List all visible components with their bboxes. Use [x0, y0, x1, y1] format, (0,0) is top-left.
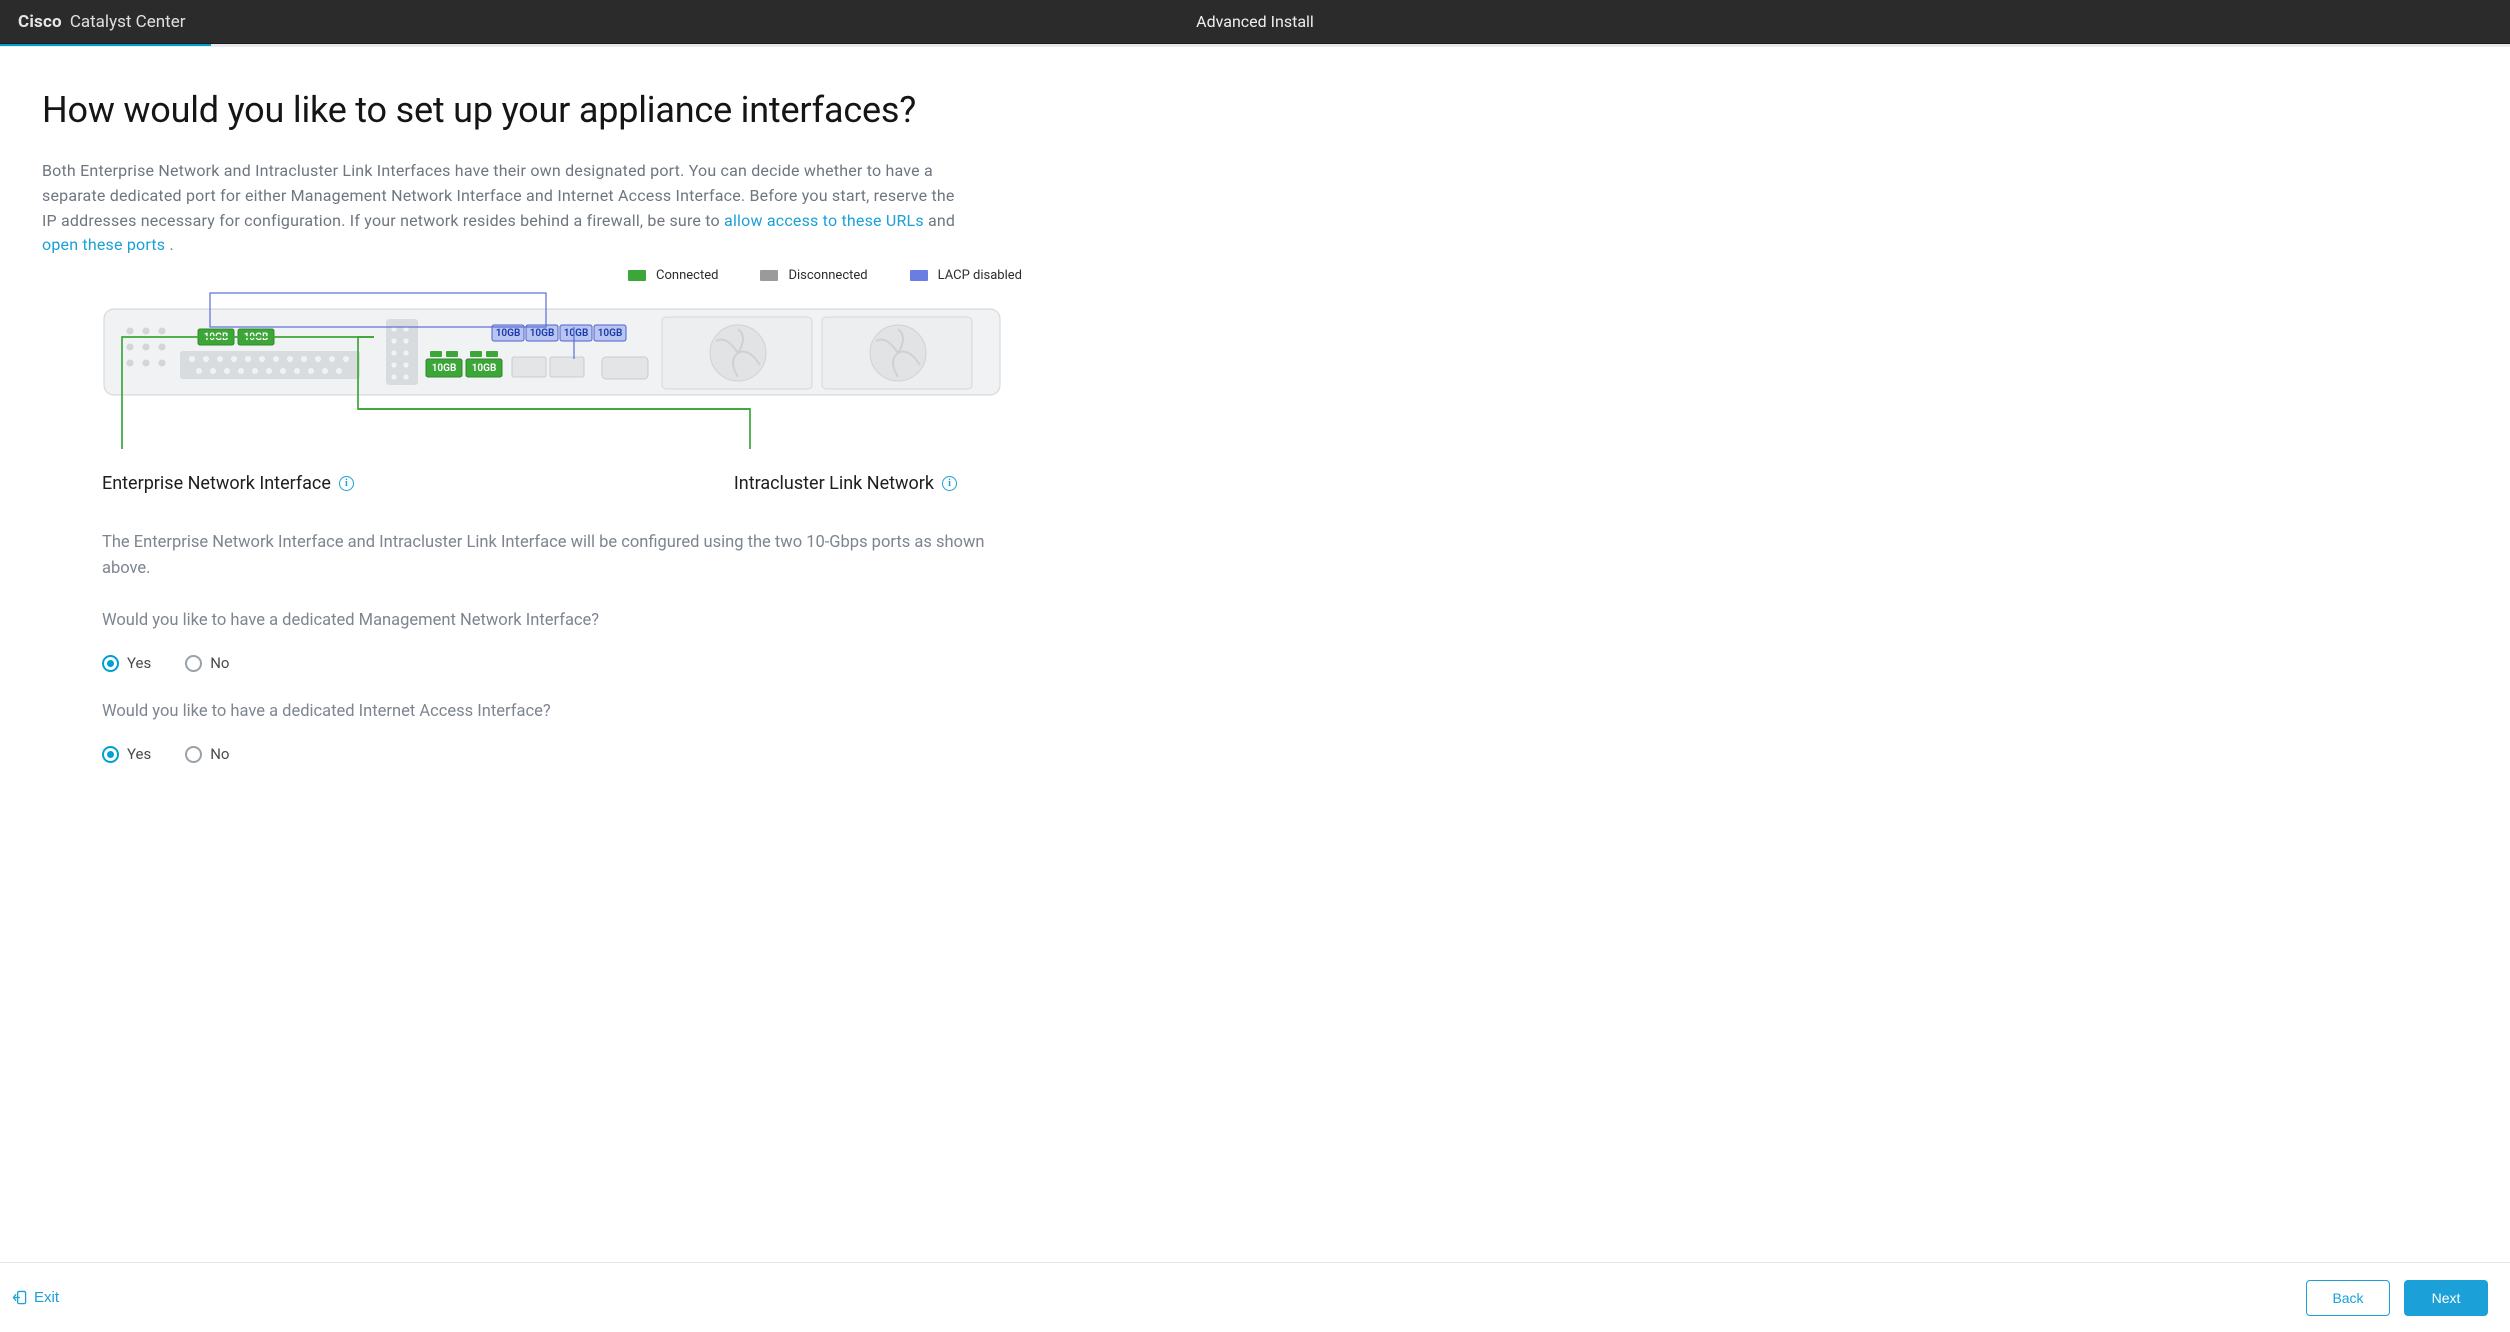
back-button[interactable]: Back — [2306, 1280, 2390, 1316]
radio-mgmt-no-label: No — [210, 654, 229, 672]
appliance-svg: 10GB 10GB 10GB 10GB 10GB 10GB — [102, 289, 1002, 479]
page-title: How would you like to set up your applia… — [42, 89, 2468, 131]
radio-dot-icon — [102, 655, 119, 672]
iface-enterprise-title: Enterprise Network Interface i — [102, 473, 354, 494]
iface-enterprise-label: Enterprise Network Interface — [102, 473, 331, 494]
brand-product: Catalyst Center — [70, 12, 186, 32]
wizard-progress — [0, 44, 2510, 47]
radio-inet-no-label: No — [210, 745, 229, 763]
exit-icon — [12, 1290, 27, 1305]
legend-connected-label: Connected — [656, 268, 718, 283]
port-lacp-4: 10GB — [594, 325, 626, 341]
svg-text:10GB: 10GB — [472, 363, 497, 374]
info-icon[interactable]: i — [942, 476, 957, 491]
port-legend: Connected Disconnected LACP disabled — [42, 268, 1022, 283]
config-description: The Enterprise Network Interface and Int… — [102, 530, 1022, 581]
intro-mid: and — [928, 211, 955, 230]
info-icon[interactable]: i — [339, 476, 354, 491]
radio-mgmt-yes-label: Yes — [127, 654, 151, 672]
brand-cisco: Cisco — [18, 12, 62, 32]
radio-dot-icon — [185, 746, 202, 763]
legend-disconnected-label: Disconnected — [788, 268, 867, 283]
brand: Cisco Catalyst Center — [18, 12, 185, 32]
intro-end: . — [169, 235, 173, 254]
swatch-lacp-icon — [910, 270, 928, 281]
legend-lacp: LACP disabled — [910, 268, 1022, 283]
link-open-ports[interactable]: open these ports — [42, 235, 165, 254]
legend-disconnected: Disconnected — [760, 268, 867, 283]
svg-text:10GB: 10GB — [432, 363, 457, 374]
next-button[interactable]: Next — [2404, 1280, 2488, 1316]
main-content: How would you like to set up your applia… — [0, 47, 2510, 1262]
radio-inet-yes[interactable]: Yes — [102, 745, 151, 763]
svg-text:10GB: 10GB — [530, 328, 555, 339]
interface-titles-row: Enterprise Network Interface i Intraclus… — [102, 473, 2468, 494]
legend-lacp-label: LACP disabled — [938, 268, 1022, 283]
radio-inet-yes-label: Yes — [127, 745, 151, 763]
svg-text:10GB: 10GB — [496, 328, 521, 339]
svg-text:10GB: 10GB — [598, 328, 623, 339]
footer-actions: Back Next — [2306, 1280, 2488, 1316]
radio-group-inet: Yes No — [102, 745, 2468, 763]
iface-intracluster-label: Intracluster Link Network — [734, 473, 934, 494]
radio-group-mgmt: Yes No — [102, 654, 2468, 672]
exit-label: Exit — [34, 1289, 59, 1306]
radio-inet-no[interactable]: No — [185, 745, 229, 763]
question-inet: Would you like to have a dedicated Inter… — [102, 702, 1022, 721]
page-header-title: Advanced Install — [1196, 12, 1314, 31]
intro-text: Both Enterprise Network and Intracluster… — [42, 159, 962, 258]
exit-button[interactable]: Exit — [8, 1283, 63, 1312]
radio-mgmt-yes[interactable]: Yes — [102, 654, 151, 672]
app-header: Cisco Catalyst Center Advanced Install — [0, 0, 2510, 44]
wizard-progress-fill — [0, 44, 211, 46]
radio-mgmt-no[interactable]: No — [185, 654, 229, 672]
wizard-footer: Exit Back Next — [0, 1262, 2510, 1332]
port-lacp-3: 10GB — [560, 325, 592, 341]
radio-dot-icon — [185, 655, 202, 672]
radio-dot-icon — [102, 746, 119, 763]
svg-text:10GB: 10GB — [564, 328, 589, 339]
swatch-connected-icon — [628, 270, 646, 281]
swatch-disconnected-icon — [760, 270, 778, 281]
legend-connected: Connected — [628, 268, 718, 283]
appliance-diagram: 10GB 10GB 10GB 10GB 10GB 10GB — [102, 289, 1082, 479]
question-mgmt: Would you like to have a dedicated Manag… — [102, 611, 1022, 630]
iface-intracluster-title: Intracluster Link Network i — [734, 473, 957, 494]
link-allow-urls[interactable]: allow access to these URLs — [724, 211, 924, 230]
